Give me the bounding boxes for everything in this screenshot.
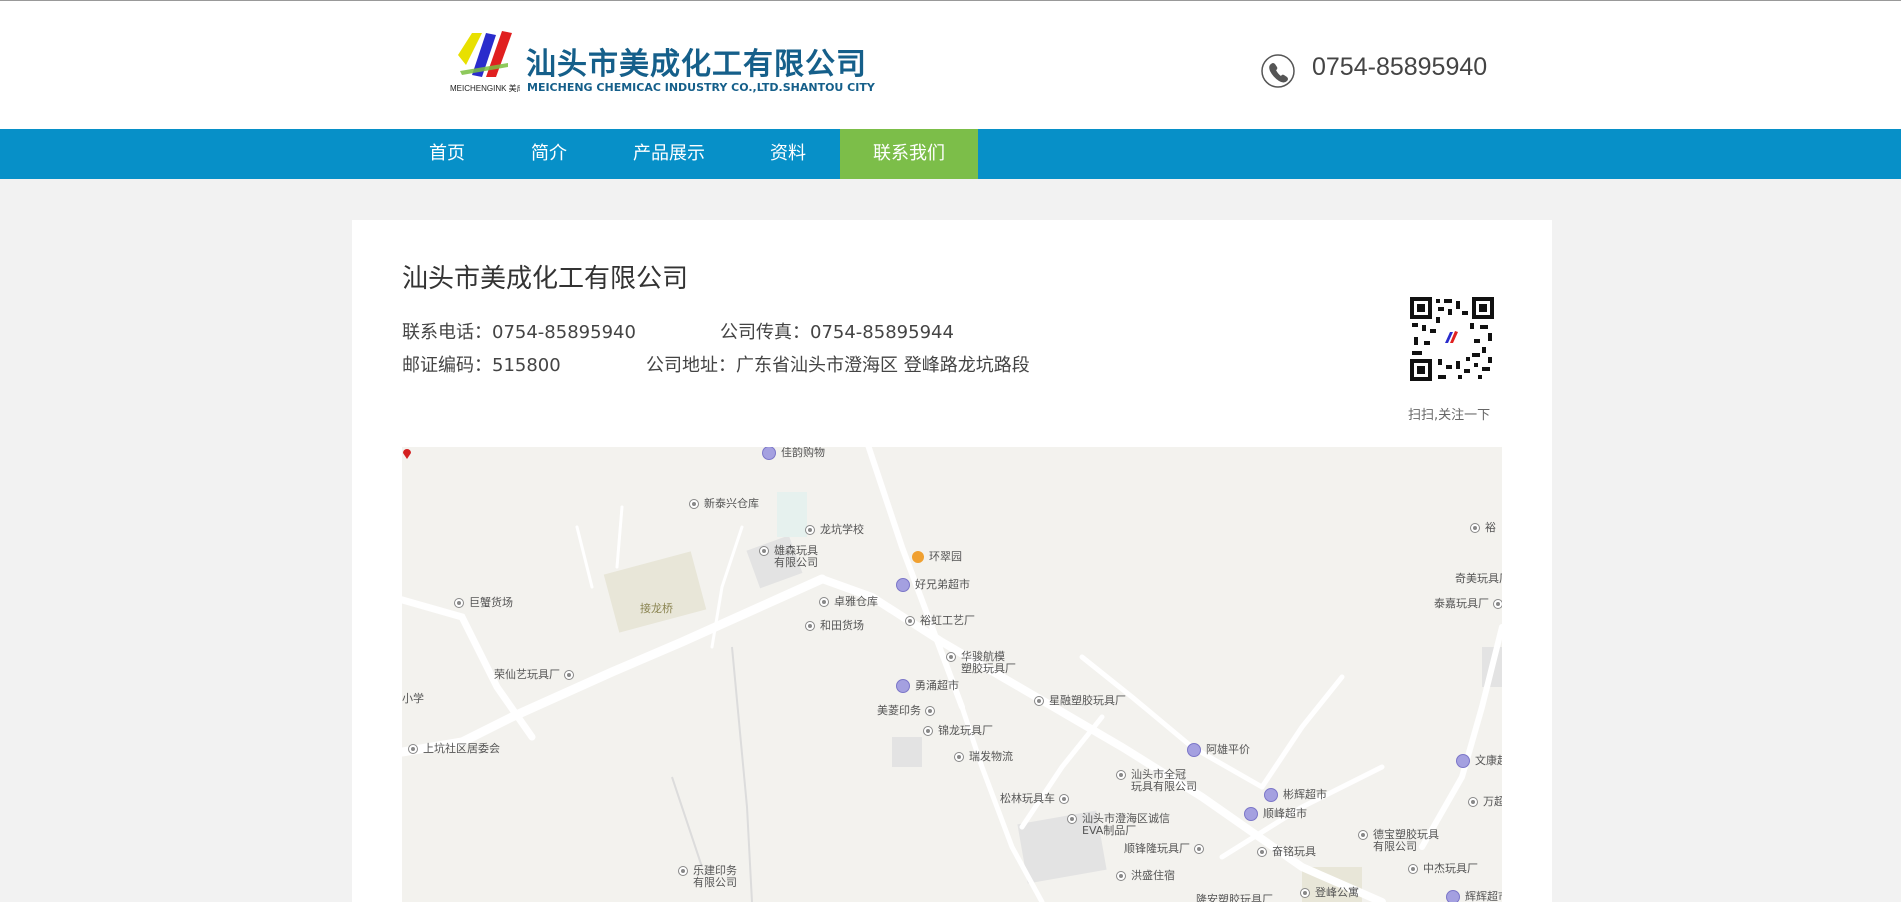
phone-icon [1261,54,1295,88]
poi-icon [1116,770,1126,780]
map-poi[interactable]: 卓雅仓库 [819,596,878,608]
poi-icon [1300,888,1310,898]
poi-icon [805,525,815,535]
map-poi[interactable]: 奇美玩具厂 [1455,573,1502,585]
poi-icon [408,744,418,754]
map-poi[interactable]: 松林玩具车 [1000,793,1074,805]
map-poi[interactable]: 汕头市澄海区诚信 EVA制品厂 [1067,813,1170,837]
contact-panel: 汕头市美成化工有限公司 联系电话：0754-85895940 公司传真：0754… [352,220,1552,902]
map-poi[interactable]: 环翠园 [912,551,962,563]
contact-fax: 公司传真：0754-85895944 [720,322,954,343]
poi-icon [454,598,464,608]
map-poi[interactable]: 洪盛住宿 [1116,870,1175,882]
shop-icon [1264,788,1278,802]
company-logo[interactable]: MEICHENGINK 美成油墨 [450,25,520,107]
contact-address: 公司地址：广东省汕头市澄海区 登峰路龙坑路段 [646,355,1030,376]
nav-item-resources[interactable]: 资料 [744,129,832,179]
shop-icon [896,679,910,693]
nav-item-intro[interactable]: 简介 [504,129,594,179]
poi-icon [1193,844,1204,854]
poi-icon [1408,864,1418,874]
map-poi[interactable]: 华骏航模 塑胶玩具厂 [946,651,1016,675]
shop-icon [1187,743,1201,757]
map-poi[interactable]: 星融塑胶玩具厂 [1034,695,1126,707]
poi-icon [1470,523,1480,533]
location-pin-icon[interactable] [402,447,412,459]
map-poi[interactable]: 美菱印务 [877,705,940,717]
map-poi[interactable]: 裕虹工艺厂 [905,615,975,627]
logo-text: MEICHENGINK 美成油墨 [450,83,520,93]
main-nav: 首页 简介 产品展示 资料 联系我们 [0,129,1901,179]
poi-icon [924,706,935,716]
map-poi[interactable]: 巨蟹货场 [454,597,513,609]
poi-icon [1492,599,1502,609]
contact-title: 汕头市美成化工有限公司 [402,264,689,294]
map-poi[interactable]: 德宝塑胶玩具 有限公司 [1358,829,1439,853]
poi-icon [805,621,815,631]
site-header: MEICHENGINK 美成油墨 汕头市美成化工有限公司 MEICHENG CH… [0,1,1901,129]
poi-icon [1034,696,1044,706]
poi-icon [1058,794,1069,804]
map-poi[interactable]: 文康超 [1456,754,1502,768]
contact-postcode: 邮证编码：515800 [402,355,561,376]
nav-item-home[interactable]: 首页 [402,129,492,179]
map-poi[interactable]: 锦龙玩具厂 [923,725,993,737]
map-poi[interactable]: 裕 [1470,522,1496,534]
map-poi[interactable]: 勇涌超市 [896,679,959,693]
map-poi[interactable]: 汕头市全冠 玩具有限公司 [1116,769,1197,793]
map-poi[interactable]: 顺峰超市 [1244,807,1307,821]
poi-icon [1067,814,1077,824]
map-poi[interactable]: 佳韵购物 [762,447,825,460]
map-poi[interactable]: 万超 [1468,796,1502,808]
map-poi[interactable]: 上坑社区居委会 [408,743,500,755]
map-poi[interactable]: 和田货场 [805,620,864,632]
header-phone-number[interactable]: 0754-85895940 [1312,53,1487,82]
shop-icon [1244,807,1258,821]
map-poi[interactable]: 龙坑学校 [805,524,864,536]
nav-item-products[interactable]: 产品展示 [614,129,724,179]
poi-icon [689,499,699,509]
poi-icon [563,670,574,680]
map-poi[interactable]: 小学 [402,693,424,705]
company-name-en: MEICHENG CHEMICAC INDUSTRY CO.,LTD.SHANT… [527,81,875,94]
poi-icon [905,616,915,626]
map-poi[interactable]: 辉辉超市 [1446,890,1502,902]
poi-icon [954,752,964,762]
poi-icon [759,546,769,556]
poi-icon [923,726,933,736]
qr-code [1408,295,1496,383]
map-area-label: 接龙桥 [640,602,673,615]
poi-icon [946,652,956,662]
map-poi[interactable]: 登峰公寓 [1300,887,1359,899]
poi-icon [819,597,829,607]
poi-icon [1257,847,1267,857]
poi-icon [1358,830,1368,840]
map-poi[interactable]: 奋铭玩具 [1257,846,1316,858]
map-poi[interactable]: 瑞发物流 [954,751,1013,763]
contact-phone: 联系电话：0754-85895940 [402,322,636,343]
location-map[interactable]: 接龙桥 佳韵购物 新泰兴仓库 龙坑学校 雄森玩具 有限公司 环翠园 好兄弟超市 卓… [402,447,1502,902]
poi-icon [1468,797,1478,807]
nav-item-contact[interactable]: 联系我们 [840,129,978,179]
shop-icon [1446,890,1460,902]
map-poi[interactable]: 雄森玩具 有限公司 [759,545,818,569]
shop-icon [762,447,776,460]
map-poi[interactable]: 泰嘉玩具厂 [1434,598,1502,610]
food-icon [912,551,924,563]
qr-caption: 扫扫,关注一下 [1408,408,1491,423]
map-poi[interactable]: 彬辉超市 [1264,788,1327,802]
company-name-cn: 汕头市美成化工有限公司 [526,47,867,82]
map-poi[interactable]: 新泰兴仓库 [689,498,759,510]
shop-icon [896,578,910,592]
map-poi[interactable]: 顺锋隆玩具厂 [1124,843,1209,855]
map-poi[interactable]: 乐建印务 有限公司 [678,865,737,889]
map-poi[interactable]: 荣仙艺玩具厂 [494,669,579,681]
poi-icon [1116,871,1126,881]
map-poi[interactable]: 好兄弟超市 [896,578,970,592]
shop-icon [1456,754,1470,768]
map-poi[interactable]: 隆安塑胶玩具厂 [1196,894,1273,902]
poi-icon [678,866,688,876]
map-poi[interactable]: 中杰玩具厂 [1408,863,1478,875]
map-poi[interactable]: 阿雄平价 [1187,743,1250,757]
